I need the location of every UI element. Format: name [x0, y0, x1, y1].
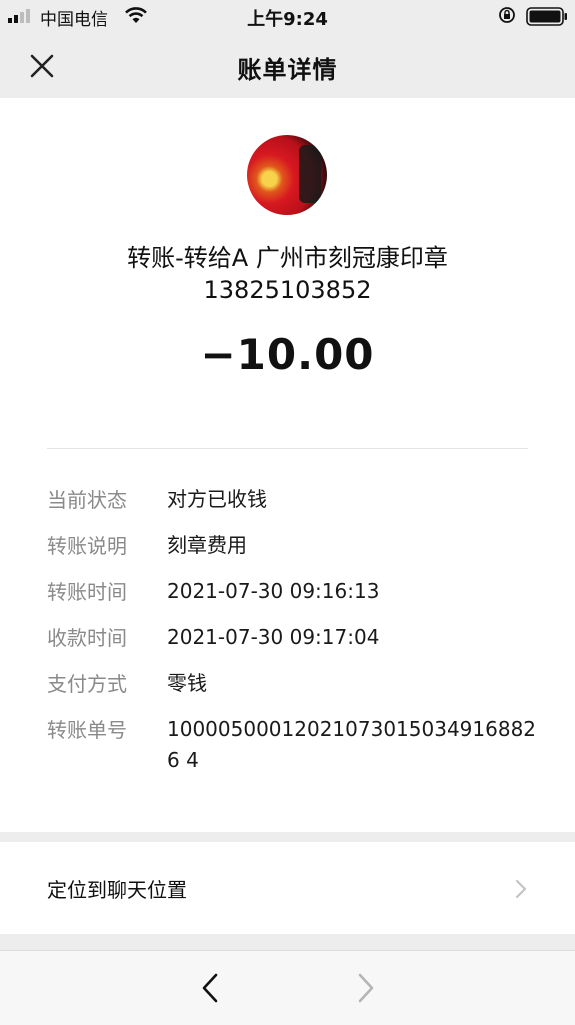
- status-bar: 中国电信 上午9:24: [0, 0, 575, 32]
- detail-label: 收款时间: [47, 626, 127, 650]
- bottom-toolbar: [0, 950, 575, 1025]
- chevron-right-icon[interactable]: [352, 971, 380, 1005]
- chevron-right-icon: [515, 879, 527, 899]
- detail-label: 转账说明: [47, 534, 127, 558]
- detail-label: 转账单号: [47, 718, 127, 742]
- detail-label: 支付方式: [47, 672, 127, 696]
- detail-value: 2021-07-30 09:17:04: [167, 625, 380, 649]
- payee-name: 转账-转给A 广州市刻冠康印章: [127, 244, 448, 272]
- detail-value: 对方已收钱: [167, 487, 267, 511]
- detail-value: 刻章费用: [167, 533, 247, 557]
- detail-value: 100005000120210730150349168826 4: [167, 717, 537, 772]
- transfer-amount: −10.00: [200, 330, 375, 379]
- detail-value: 2021-07-30 09:16:13: [167, 579, 380, 603]
- page-title: 账单详情: [237, 56, 338, 84]
- nav-bar: 账单详情: [0, 32, 575, 98]
- orientation-lock-icon: [499, 7, 515, 23]
- detail-label: 当前状态: [47, 488, 127, 512]
- bill-detail-card: 转账-转给A 广州市刻冠康印章 13825103852 −10.00 当前状态 …: [0, 98, 575, 832]
- detail-label: 转账时间: [47, 580, 127, 604]
- payee-phone: 13825103852: [203, 276, 372, 304]
- chevron-left-icon[interactable]: [196, 971, 224, 1005]
- divider: [47, 448, 528, 449]
- battery-icon: [526, 7, 567, 26]
- locate-chat-label: 定位到聊天位置: [47, 878, 187, 902]
- locate-chat-button[interactable]: 定位到聊天位置: [0, 842, 575, 934]
- detail-value: 零钱: [167, 671, 207, 695]
- status-time: 上午9:24: [247, 9, 328, 30]
- avatar: [247, 135, 327, 215]
